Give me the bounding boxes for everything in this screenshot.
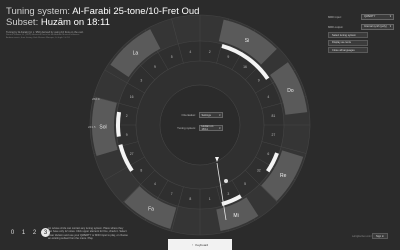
- note-label: Re: [280, 173, 287, 179]
- chevron-down-icon: ▾: [219, 126, 221, 130]
- ratio-mark: 32: [257, 169, 261, 173]
- orientation-label: Orientation:: [181, 113, 196, 117]
- note-label: Si: [245, 38, 249, 44]
- ratio-mark: 9: [258, 78, 260, 82]
- center-tuning-value: Huzām on 18:11: [201, 125, 214, 131]
- center-controls: Orientation: Settings ▾ Tuning system: H…: [172, 111, 230, 137]
- ratio-mark: 3: [227, 192, 229, 196]
- side-value-label: 243.5: [88, 125, 96, 129]
- step-2[interactable]: 2: [30, 228, 39, 237]
- center-tuning-label: Tuning system:: [177, 126, 196, 130]
- note-label: Mi: [233, 213, 238, 219]
- ratio-mark: 81: [271, 114, 275, 118]
- ratio-mark: 2: [126, 114, 128, 118]
- ratio-mark: 9: [126, 133, 128, 137]
- ratio-mark: 3: [140, 78, 142, 82]
- ratio-mark: 4: [154, 182, 156, 186]
- ratio-mark: 1: [209, 197, 211, 201]
- chevron-down-icon: ▾: [219, 113, 221, 117]
- orientation-row: Orientation: Settings ▾: [172, 111, 230, 119]
- ratio-mark: 27: [271, 133, 275, 137]
- ratio-mark: 16: [243, 65, 247, 69]
- ratio-mark: 5: [244, 182, 246, 186]
- ratio-mark: 6: [267, 152, 269, 156]
- ratio-mark: 27: [130, 152, 134, 156]
- note-label: Fa: [148, 207, 154, 213]
- ratio-mark: 9: [154, 65, 156, 69]
- ratio-mark: 2: [209, 50, 211, 54]
- arrow-up-icon: ↑: [191, 242, 194, 247]
- ratio-mark: 8: [140, 169, 142, 173]
- center-tuning-select[interactable]: Huzām on 18:11 ▾: [199, 125, 223, 131]
- keyboard-label: Keyboard: [195, 242, 209, 247]
- ratio-mark: 4: [189, 50, 191, 54]
- signin-button[interactable]: Sign in: [372, 233, 388, 239]
- orientation-value: Settings: [201, 113, 211, 117]
- ratio-mark: 5: [171, 55, 173, 59]
- ratio-mark: 7: [171, 192, 173, 196]
- ratio-mark: 8: [189, 197, 191, 201]
- side-value-label: 260.9: [92, 97, 100, 101]
- ratio-mark: 9: [227, 55, 229, 59]
- help-text: An octave circle can contain any tuning …: [48, 227, 128, 241]
- note-label: Sol: [99, 125, 106, 131]
- note-label: La: [133, 51, 139, 57]
- step-1[interactable]: 1: [19, 228, 28, 237]
- pointer-knob-icon: [224, 179, 228, 183]
- step-0[interactable]: 0: [8, 228, 17, 237]
- credit-link[interactable]: Lehrgitschen.com/: [352, 235, 372, 238]
- orientation-select[interactable]: Settings ▾: [199, 112, 223, 118]
- note-label: Do: [287, 88, 294, 94]
- ratio-mark: 4: [267, 95, 269, 99]
- step-selector: 0 1 2 3: [8, 228, 52, 237]
- ratio-mark: 16: [130, 95, 134, 99]
- keyboard-tab[interactable]: ↑ Keyboard: [168, 239, 232, 250]
- center-tuning-row: Tuning system: Huzām on 18:11 ▾: [172, 124, 230, 132]
